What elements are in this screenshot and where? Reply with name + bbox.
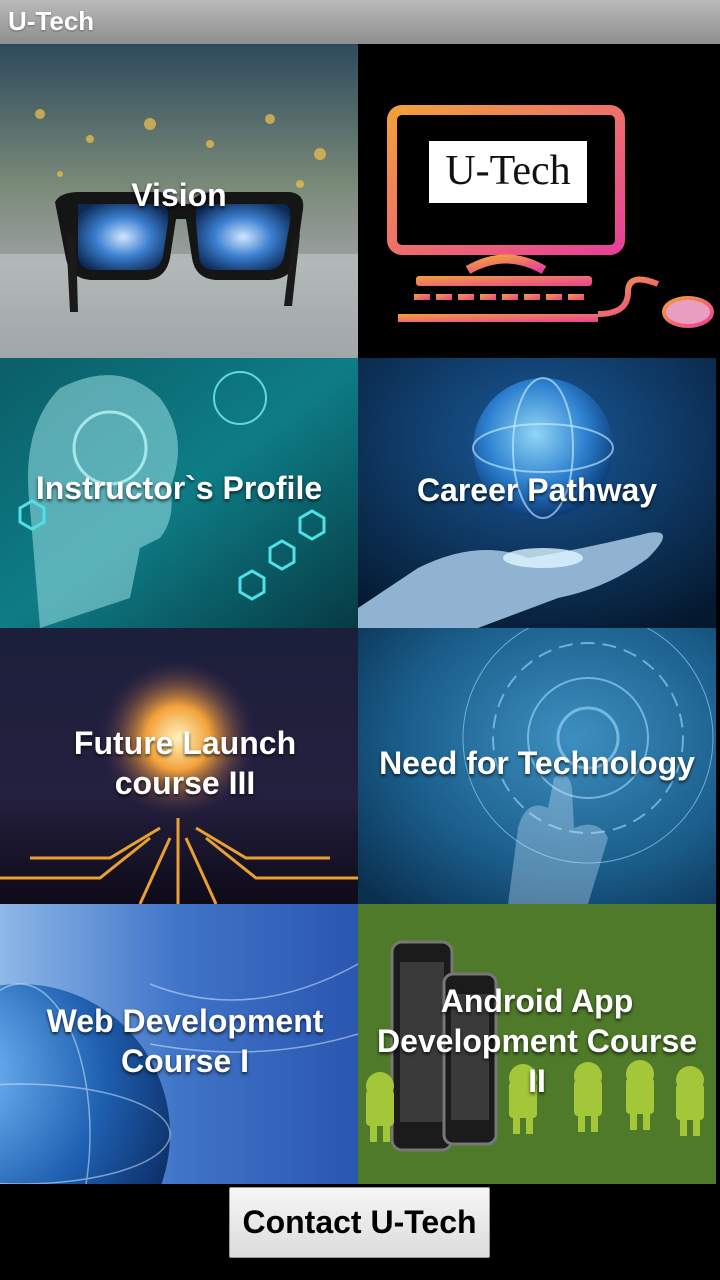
tile-label: Web Development Course I [46,1003,324,1080]
tile-label: Future Launch course III [73,725,297,802]
tile-label: Instructor`s Profile [35,469,323,506]
tile-future-launch[interactable]: Future Launch course III [0,628,358,904]
app-title: U-Tech [8,6,95,36]
tile-utech-logo[interactable]: U-Tech [358,44,716,358]
tile-vision[interactable]: Vision [0,44,358,358]
tile-career-pathway[interactable]: Career Pathway [358,358,716,628]
utech-monitor-logo [387,105,714,328]
logo-text: U-Tech [445,148,571,194]
tile-web-development[interactable]: Web Development Course I [0,904,358,1184]
app-title-bar: U-Tech [0,0,720,44]
tile-label: Vision [131,176,227,213]
tile-android-development[interactable]: Android App Development Course II [358,904,716,1184]
tile-label: Android App Development Course II [376,983,698,1100]
contact-utech-button[interactable]: Contact U-Tech [229,1187,490,1258]
tile-label: Need for Technology [379,745,695,782]
tile-label: Career Pathway [416,472,658,509]
tile-instructors-profile[interactable]: Instructor`s Profile [0,358,358,628]
tile-need-for-technology[interactable]: Need for Technology [358,628,716,904]
